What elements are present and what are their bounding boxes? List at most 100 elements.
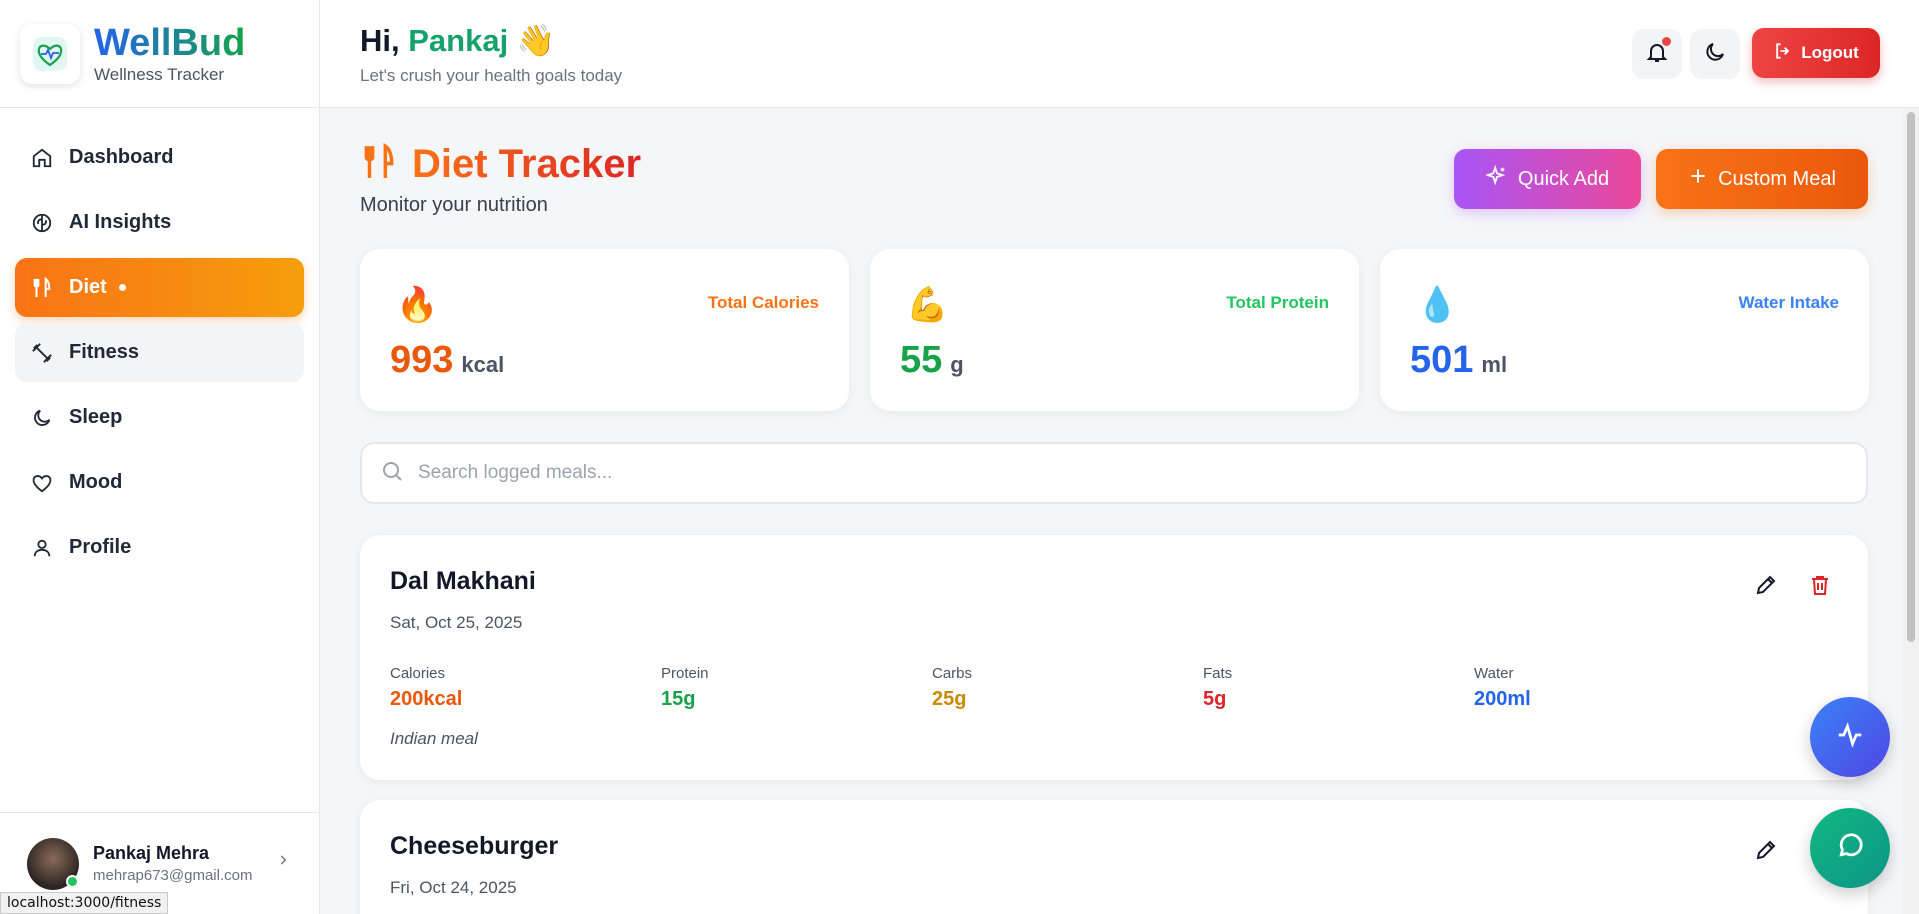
meal-card: Dal Makhani Sat, Oct 25, 2025 Calories 2… (360, 535, 1868, 780)
scrollbar-thumb[interactable] (1907, 112, 1915, 642)
home-icon (29, 145, 55, 171)
moon-icon (1703, 40, 1727, 69)
status-bar-url: localhost:3000/fitness (0, 892, 169, 914)
page-subtitle: Monitor your nutrition (360, 194, 548, 216)
stat-card-water: 💧 Water Intake 501 ml (1380, 249, 1869, 411)
sidebar-nav: Dashboard AI Insights Diet Fitness Sleep… (0, 108, 319, 603)
sidebar-item-label: AI Insights (69, 211, 172, 233)
logout-icon (1773, 41, 1793, 66)
moon-icon (29, 405, 55, 431)
user-icon (29, 535, 55, 561)
stat-value-container: 993 kcal (390, 339, 504, 382)
stat-label: Total Protein (1226, 293, 1329, 312)
macro-fats: Fats 5g (1203, 665, 1232, 711)
top-header: Hi, Pankaj 👋 Let's crush your health goa… (320, 0, 1919, 108)
plus-icon (1688, 166, 1708, 192)
sidebar-item-dashboard[interactable]: Dashboard (15, 128, 304, 187)
brand[interactable]: WellBud Wellness Tracker (0, 0, 319, 108)
meal-card: Cheeseburger Fri, Oct 24, 2025 (360, 800, 1868, 914)
notification-dot (1662, 37, 1671, 46)
stat-unit: kcal (461, 352, 505, 377)
activity-fab-button[interactable] (1810, 697, 1890, 777)
search-icon (380, 459, 404, 488)
chat-icon (1835, 831, 1865, 866)
edit-button[interactable] (1754, 573, 1778, 602)
greeting-prefix: Hi, (360, 23, 400, 58)
macro-label: Carbs (932, 665, 973, 682)
logout-label: Logout (1801, 43, 1859, 62)
sidebar-item-fitness[interactable]: Fitness (15, 323, 304, 382)
sidebar: WellBud Wellness Tracker Dashboard AI In… (0, 0, 320, 914)
macro-label: Protein (661, 665, 709, 682)
sidebar-item-label: Diet (69, 276, 107, 298)
avatar (27, 837, 79, 890)
utensils-icon (360, 142, 398, 186)
sidebar-item-label: Mood (69, 471, 123, 493)
sidebar-item-label: Dashboard (69, 146, 174, 168)
theme-toggle-button[interactable] (1690, 29, 1740, 79)
activity-icon (1835, 720, 1865, 755)
sidebar-item-diet[interactable]: Diet (15, 258, 304, 317)
macro-calories: Calories 200kcal (390, 665, 462, 711)
notifications-button[interactable] (1632, 29, 1682, 79)
meal-name: Dal Makhani (390, 567, 536, 595)
stat-value: 55 (900, 339, 943, 381)
macro-label: Calories (390, 665, 446, 682)
delete-button[interactable] (1808, 573, 1832, 602)
page-title-row: Diet Tracker (360, 142, 641, 187)
greeting-subtitle: Let's crush your health goals today (360, 66, 623, 85)
stat-value: 501 (1410, 339, 1474, 381)
heart-pulse-logo-icon (20, 23, 80, 84)
custom-meal-label: Custom Meal (1718, 167, 1836, 190)
chevron-right-icon (276, 853, 290, 872)
macro-value: 5g (1203, 688, 1227, 710)
sidebar-item-ai-insights[interactable]: AI Insights (15, 193, 304, 252)
meal-note: Indian meal (390, 729, 478, 748)
sidebar-item-label: Profile (69, 536, 132, 558)
logout-button[interactable]: Logout (1752, 28, 1880, 78)
search-input[interactable] (418, 462, 1818, 484)
fire-icon: 🔥 (396, 286, 439, 324)
macro-carbs: Carbs 25g (932, 665, 972, 711)
greeting: Hi, Pankaj 👋 (360, 22, 555, 59)
dumbbell-icon (29, 340, 55, 366)
sidebar-item-sleep[interactable]: Sleep (15, 388, 304, 447)
stat-value-container: 501 ml (1410, 339, 1507, 382)
online-status-indicator (66, 874, 79, 888)
brand-name: WellBud (94, 21, 246, 64)
macro-value: 200ml (1474, 688, 1531, 710)
sidebar-item-label: Sleep (69, 406, 123, 428)
meal-date: Fri, Oct 24, 2025 (390, 878, 517, 897)
stat-value: 993 (390, 339, 454, 381)
scrollbar[interactable] (1903, 108, 1919, 914)
stat-label: Water Intake (1738, 293, 1839, 312)
brain-icon (29, 210, 55, 236)
macro-value: 200kcal (390, 688, 463, 710)
custom-meal-button[interactable]: Custom Meal (1656, 149, 1868, 209)
search-bar[interactable] (360, 442, 1868, 504)
macro-protein: Protein 15g (661, 665, 709, 711)
pencil-icon (1756, 840, 1776, 860)
macro-label: Water (1474, 665, 1514, 682)
stat-label: Total Calories (707, 293, 819, 312)
heart-icon (29, 470, 55, 496)
greeting-name: Pankaj (408, 23, 509, 58)
sidebar-item-profile[interactable]: Profile (15, 518, 304, 577)
sparkles-icon (1484, 164, 1508, 193)
macro-water: Water 200ml (1474, 665, 1531, 711)
quick-add-label: Quick Add (1517, 167, 1610, 190)
waving-hand-icon: 👋 (516, 23, 556, 58)
macro-label: Fats (1203, 665, 1233, 682)
sidebar-item-mood[interactable]: Mood (15, 453, 304, 512)
quick-add-button[interactable]: Quick Add (1454, 149, 1641, 209)
stat-card-calories: 🔥 Total Calories 993 kcal (360, 249, 849, 411)
macro-value: 15g (661, 688, 696, 710)
stat-value-container: 55 g (900, 339, 964, 382)
edit-button[interactable] (1754, 838, 1778, 867)
stat-card-protein: 💪 Total Protein 55 g (870, 249, 1359, 411)
trash-icon (1812, 576, 1828, 595)
user-name: Pankaj Mehra (93, 843, 210, 863)
stat-unit: g (950, 352, 964, 377)
chat-fab-button[interactable] (1810, 808, 1890, 888)
pencil-icon (1756, 575, 1776, 595)
